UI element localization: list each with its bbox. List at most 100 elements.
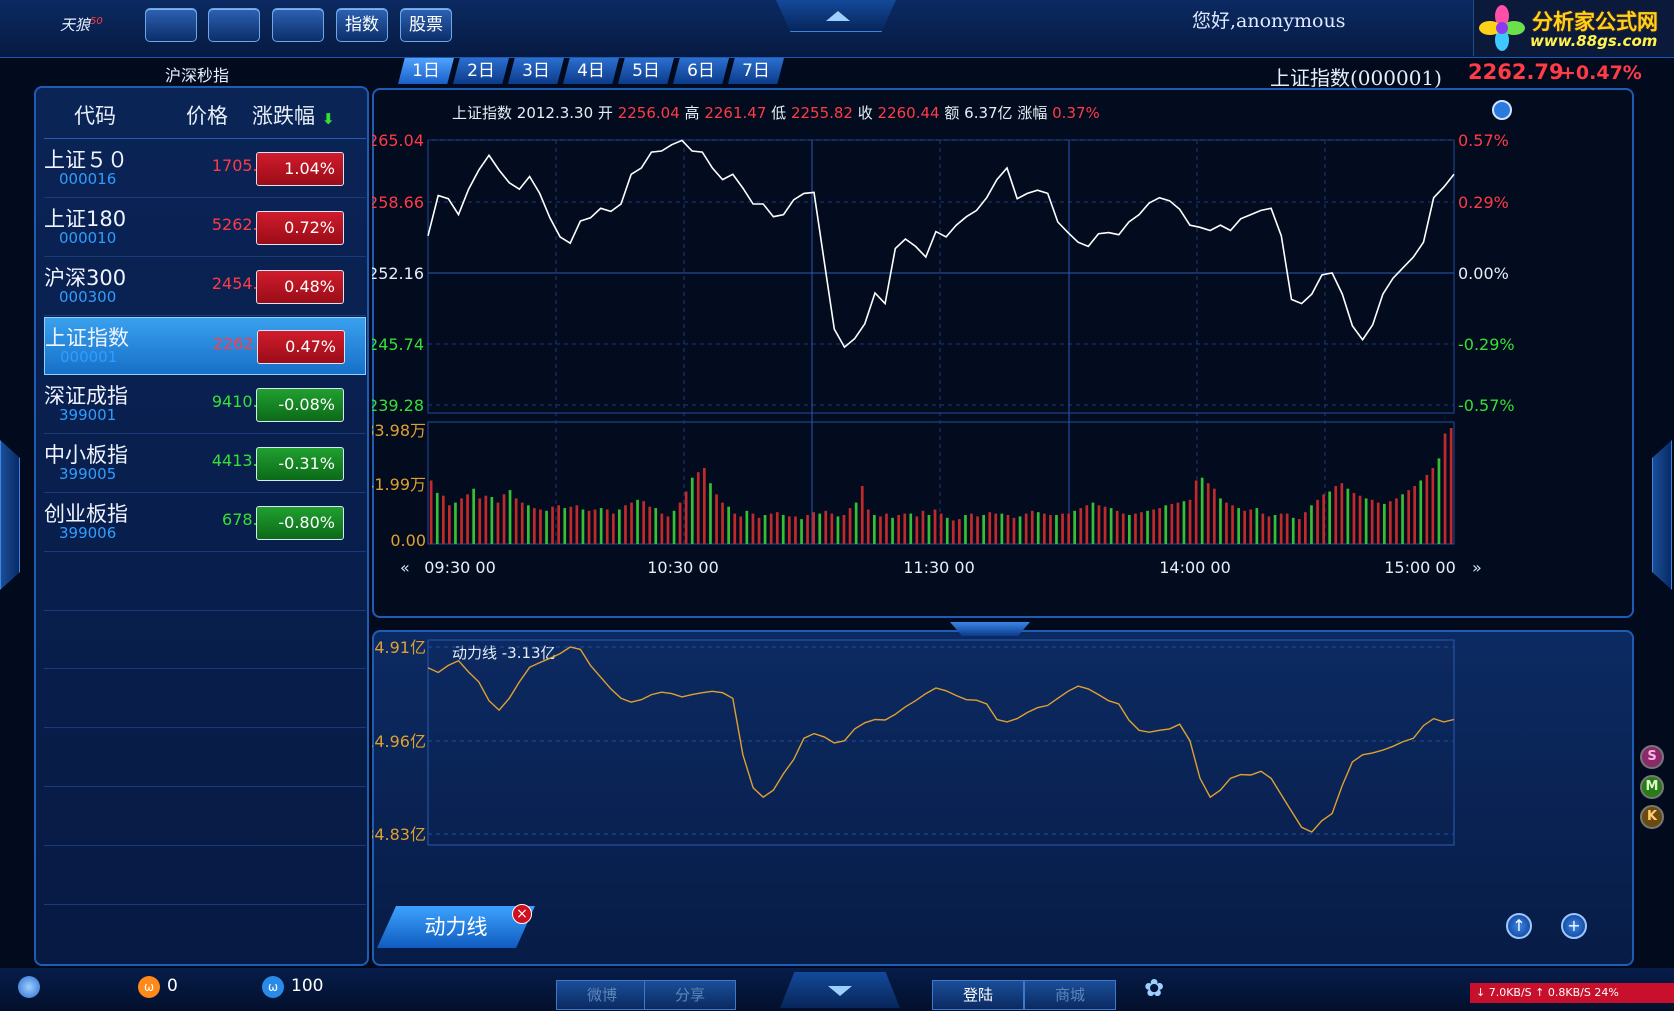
volume-bar [927,515,931,544]
side-button-m[interactable]: M [1640,775,1664,799]
cpu-usage: 24% [1594,986,1619,999]
volume-bar [1200,477,1204,544]
side-button-s[interactable]: S [1640,745,1664,769]
volume-bar [551,506,554,544]
index-code: 000016 [59,170,117,188]
volume-bar [1219,498,1222,544]
volume-bar [690,477,694,544]
volume-bar [1006,515,1010,544]
power-series [427,646,1455,833]
list-item[interactable]: 深证成指 399001 9410.26 -0.08% [44,376,366,434]
volume-y-tick: 0.00 [390,531,426,550]
header-change[interactable]: 涨跌幅 [252,100,315,130]
volume-bar [1061,513,1064,544]
tab-day-3[interactable]: 3日 [508,58,564,84]
tab-day-6[interactable]: 6日 [673,58,729,84]
volume-bar [672,510,676,544]
share-button[interactable]: 分享 [644,980,736,1010]
intraday-chart: 上证指数 2012.3.30 开 2256.04 高 2261.47 低 225… [372,100,1515,577]
list-item[interactable]: 上证５０ 000016 1705.63 1.04% [44,140,366,198]
volume-bar [1055,515,1058,544]
stock-button[interactable]: 股票 [400,8,452,42]
volume-bar [612,513,615,544]
volume-bar [435,492,439,544]
volume-bar [660,513,664,544]
list-item[interactable]: 中小板指 399005 4413.17 -0.31% [44,435,366,493]
index-code: 399006 [59,524,117,542]
volume-bar [1370,499,1374,544]
index-button[interactable]: 指数 [336,8,388,42]
collapse-up-tab[interactable] [776,0,896,32]
list-item[interactable]: 上证指数 000001 2262.79 0.47% [44,317,366,375]
volume-bar [921,510,925,544]
volume-bar [666,516,670,544]
volume-bar [654,508,658,544]
location-pin-icon[interactable] [18,976,40,998]
volume-bar [976,516,979,544]
volume-bar [1358,495,1362,544]
login-button[interactable]: 登陆 [932,980,1024,1010]
close-icon[interactable]: × [512,904,532,924]
tab-day-2[interactable]: 2日 [453,58,509,84]
volume-bar [1170,503,1174,544]
up-speed: 0.8KB/S [1547,986,1591,999]
right-expand-tab[interactable] [1652,440,1672,590]
tab-day-7[interactable]: 7日 [728,58,784,84]
volume-bar [1237,508,1240,544]
volume-series [429,428,1453,544]
toolbar-button-3[interactable] [272,8,324,42]
volume-bar [1407,490,1410,544]
list-item[interactable]: 创业板指 399006 678.52 -0.80% [44,494,366,552]
arrow-up-circle-icon[interactable]: ↑ [1506,913,1532,939]
weibo-button[interactable]: 微博 [556,980,648,1010]
chart-grid [427,139,1455,545]
volume-bar [794,516,797,544]
toolbar-button-1[interactable] [145,8,197,42]
y-tick-right: -0.29% [1458,335,1515,354]
volume-bar [970,513,973,544]
volume-bar [442,495,445,544]
tab-day-1[interactable]: 1日 [398,58,454,84]
tab-day-4[interactable]: 4日 [563,58,619,84]
index-code: 399001 [59,406,117,424]
volume-bar [1073,510,1076,544]
volume-bar [496,502,500,544]
collapse-bottom-tab[interactable] [780,972,900,1008]
left-expand-tab[interactable] [0,440,20,590]
y-tick-left: 2239.28 [372,396,424,415]
volume-bar [1261,513,1265,544]
settings-gear-icon[interactable] [1492,100,1512,120]
volume-bar [830,513,834,544]
price-plot-border [427,139,1455,414]
volume-bar [1273,515,1277,544]
change-badge: -0.08% [256,388,344,422]
volume-bar [1128,515,1131,544]
tab-day-5[interactable]: 5日 [618,58,674,84]
volume-bar [1376,502,1380,544]
volume-bar [1036,512,1040,544]
y-tick-left: 2258.66 [372,193,424,212]
volume-bar [1103,506,1107,544]
list-item[interactable]: 沪深300 000300 2454.90 0.48% [44,258,366,316]
toolbar-button-2[interactable] [208,8,260,42]
silver-coin-icon: ω [262,976,284,998]
volume-bar [1449,428,1453,544]
volume-bar [982,515,985,544]
add-circle-icon[interactable]: + [1561,913,1587,939]
volume-bar [1364,498,1368,544]
side-button-k[interactable]: K [1640,805,1664,829]
volume-bar [1443,433,1447,544]
y-tick-right: 0.00% [1458,264,1509,283]
volume-bar [1097,505,1101,544]
volume-bar [490,497,494,544]
volume-bar [642,501,645,544]
sort-down-arrow-icon[interactable]: ⬇ [322,110,335,128]
divider [44,786,366,787]
volume-bar [520,502,524,544]
list-item[interactable]: 上证180 000010 5262.41 0.72% [44,199,366,257]
volume-bar [951,520,955,544]
scroll-right-icon: » [1472,558,1482,577]
volume-bar [781,515,785,544]
volume-bar [879,516,882,544]
mall-button[interactable]: 商城 [1024,980,1116,1010]
